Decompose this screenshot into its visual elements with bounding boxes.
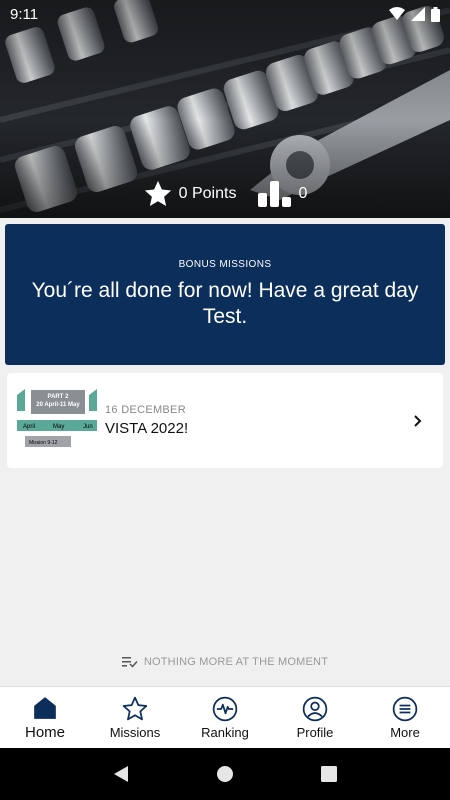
mission-thumbnail: PART 2 20 April-11 May April May Jun Mis… xyxy=(17,388,97,453)
home-button-icon[interactable] xyxy=(216,765,234,783)
star-icon xyxy=(122,696,148,720)
nav-missions[interactable]: Missions xyxy=(90,687,180,748)
back-icon[interactable] xyxy=(113,765,129,783)
bonus-missions-banner: BONUS MISSIONS You´re all done for now! … xyxy=(5,224,445,365)
rank-value: 0 xyxy=(298,185,308,202)
star-icon xyxy=(144,180,171,206)
user-stats: 0 Points 0 xyxy=(0,176,450,212)
system-navigation-bar xyxy=(0,748,450,800)
battery-icon xyxy=(431,6,440,22)
nothing-more-label: NOTHING MORE AT THE MOMENT xyxy=(143,656,329,668)
thumb-month-2: May xyxy=(53,424,64,430)
cellular-signal-icon xyxy=(411,7,425,21)
points-stat[interactable]: 0 Points xyxy=(143,179,237,209)
status-time: 9:11 xyxy=(10,5,39,23)
menu-icon xyxy=(392,696,418,721)
nav-missions-label: Missions xyxy=(109,724,161,740)
profile-icon xyxy=(302,696,328,721)
thumb-month-3: Jun xyxy=(83,424,93,430)
bottom-navigation: Home Missions Ranking Profile More xyxy=(0,686,450,748)
nav-profile[interactable]: Profile xyxy=(270,687,360,748)
mission-card[interactable]: PART 2 20 April-11 May April May Jun Mis… xyxy=(7,373,443,468)
home-icon xyxy=(34,696,56,719)
wifi-icon xyxy=(389,7,405,20)
nav-more[interactable]: More xyxy=(360,687,450,748)
nothing-more-notice: NOTHING MORE AT THE MOMENT xyxy=(0,652,450,672)
nav-home[interactable]: Home xyxy=(0,687,90,748)
thumb-month-1: April xyxy=(23,424,35,430)
ranking-podium-icon xyxy=(258,181,292,207)
nav-ranking[interactable]: Ranking xyxy=(180,687,270,748)
hero-header: 9:11 0 Points 0 xyxy=(0,0,450,218)
mission-date: 16 DECEMBER xyxy=(105,404,186,416)
nav-ranking-label: Ranking xyxy=(201,724,249,740)
thumb-mission: Mission 9-12 xyxy=(29,440,58,446)
nav-profile-label: Profile xyxy=(296,724,334,740)
list-check-icon xyxy=(121,657,138,668)
thumb-dates: 20 April-11 May xyxy=(36,402,80,408)
nav-more-label: More xyxy=(390,724,420,740)
bonus-missions-message: You´re all done for now! Have a great da… xyxy=(31,279,419,328)
thumb-part: PART 2 xyxy=(48,394,70,400)
bonus-missions-label: BONUS MISSIONS xyxy=(178,259,272,270)
ranking-icon xyxy=(212,696,238,721)
chevron-right-icon xyxy=(414,414,422,427)
status-bar: 9:11 xyxy=(0,0,450,28)
points-label: 0 Points xyxy=(178,185,237,202)
nav-home-label: Home xyxy=(24,723,65,741)
recents-icon[interactable] xyxy=(320,766,337,782)
rank-stat[interactable]: 0 xyxy=(258,181,307,207)
mission-title: VISTA 2022! xyxy=(105,420,189,437)
